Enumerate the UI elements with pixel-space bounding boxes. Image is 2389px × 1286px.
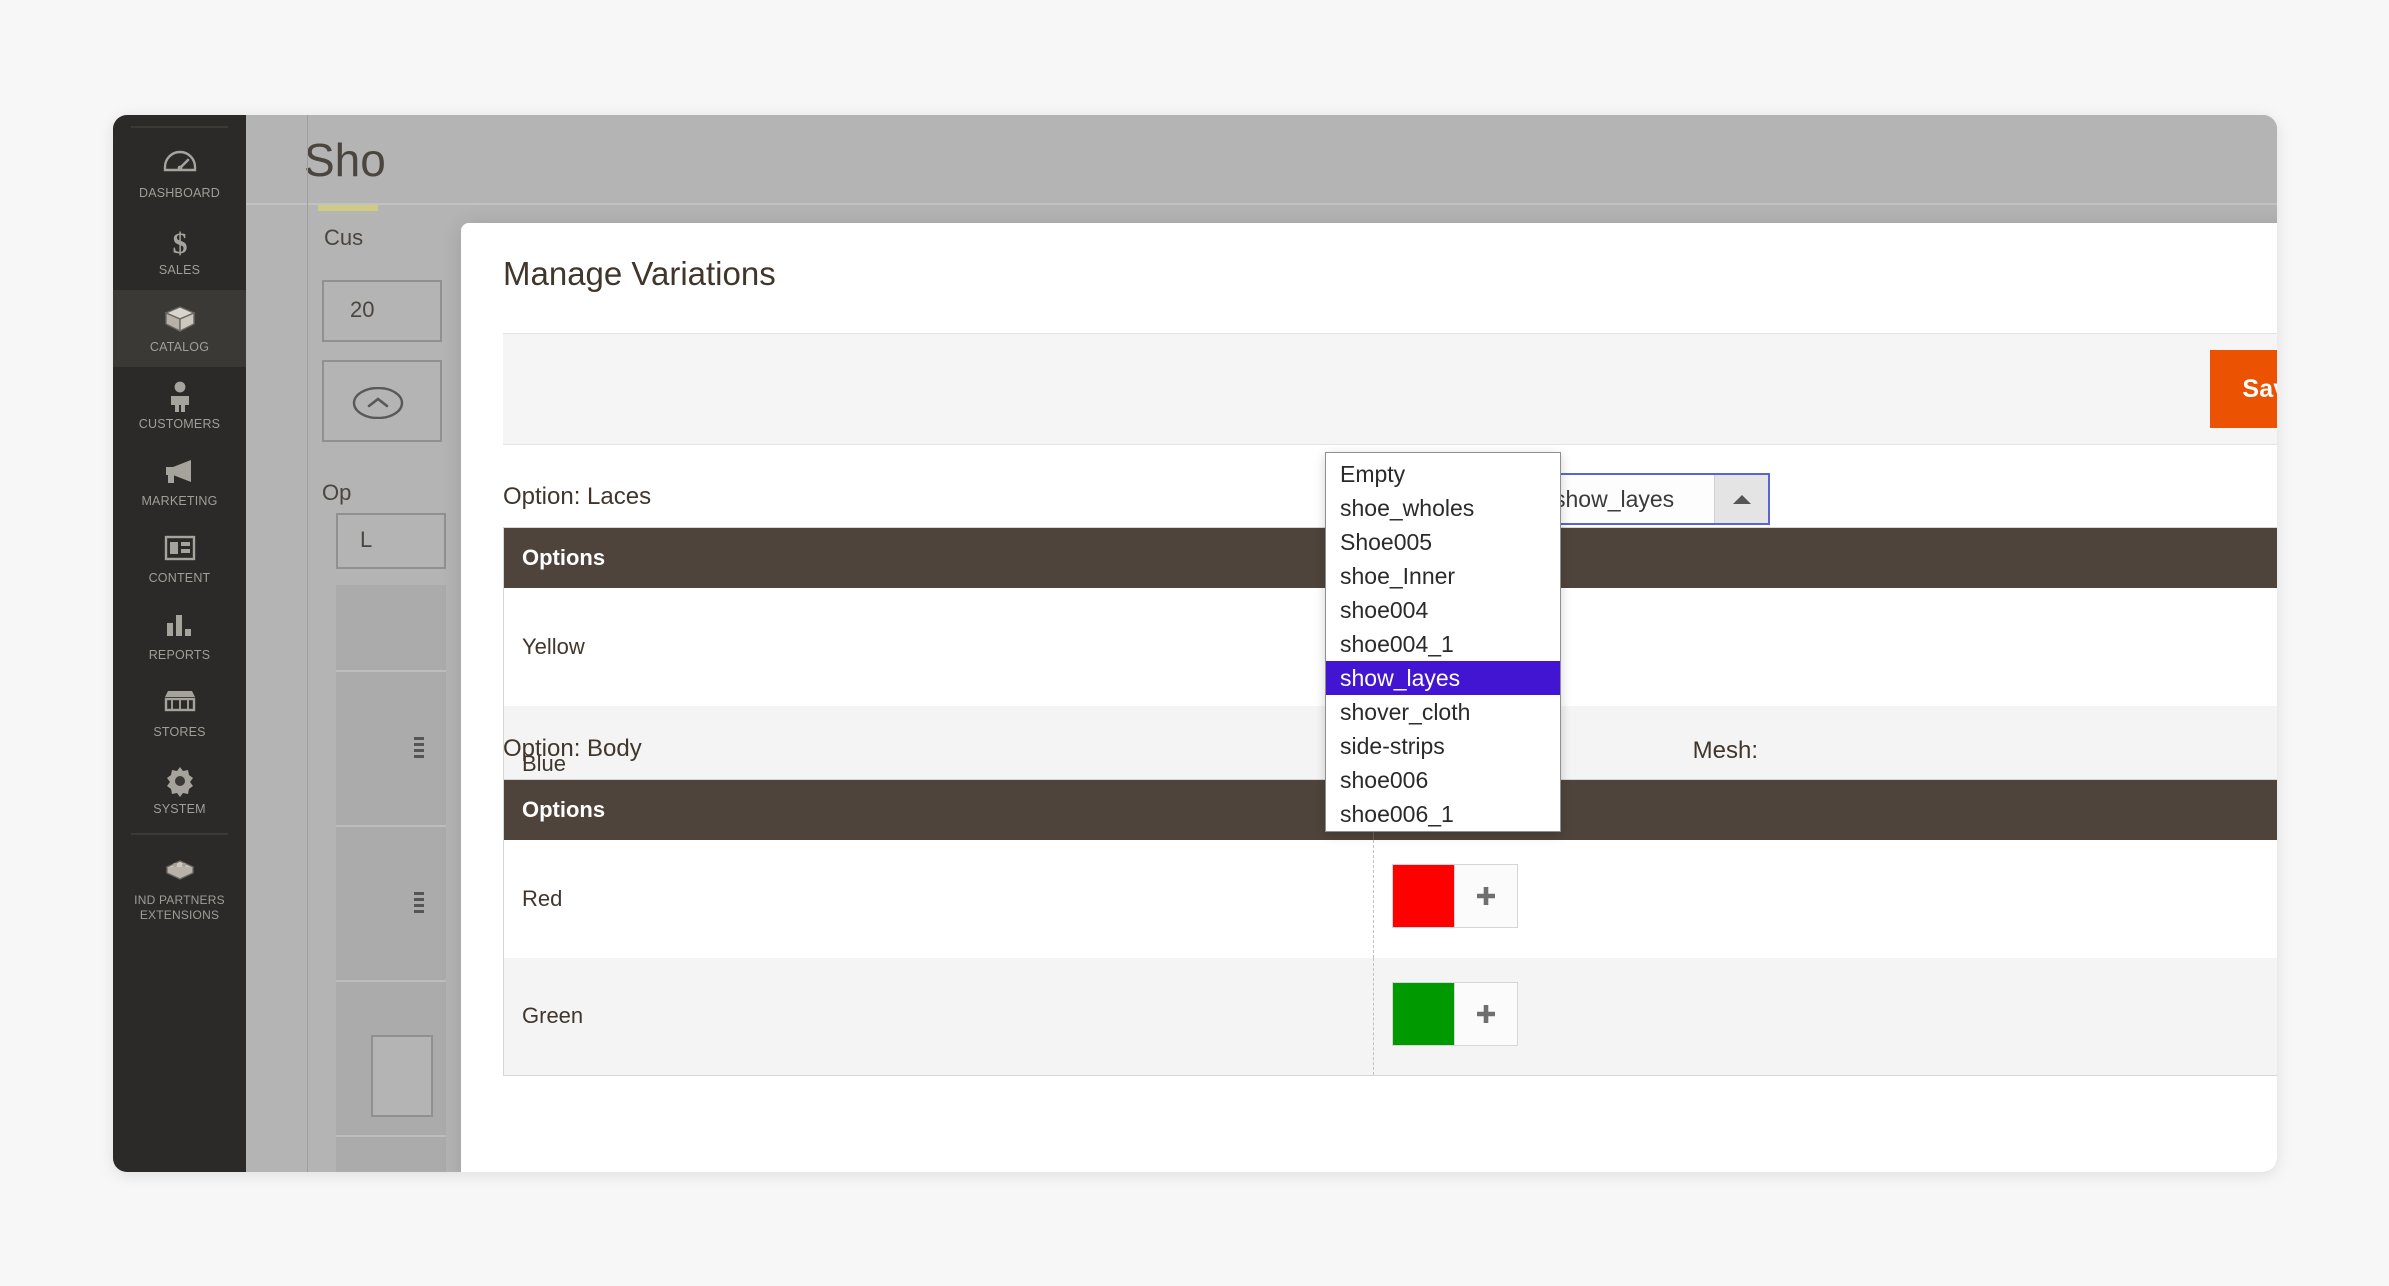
sidebar-item-content[interactable]: CONTENT (113, 521, 246, 598)
dropdown-option[interactable]: shoe006_1 (1326, 797, 1560, 831)
image-cell (1373, 839, 2277, 958)
admin-sidebar: DASHBOARD $ SALES CATALOG CUSTOMERS MARK… (113, 115, 246, 1172)
background-grid-line (336, 980, 446, 982)
background-grid-line (336, 670, 446, 672)
sidebar-item-dashboard[interactable]: DASHBOARD (113, 136, 246, 213)
background-page-title: Sho (304, 134, 386, 186)
storefront-icon (117, 688, 242, 720)
column-header-options: Options (503, 779, 1374, 840)
sidebar-top-divider (131, 126, 228, 128)
background-subfield (336, 513, 446, 569)
sidebar-item-sales[interactable]: $ SALES (113, 213, 246, 290)
dropdown-option[interactable]: shoe006 (1326, 763, 1560, 797)
dropdown-option[interactable]: Shoe005 (1326, 525, 1560, 559)
background-field-value: 20 (350, 297, 375, 322)
app-window: DASHBOARD $ SALES CATALOG CUSTOMERS MARK… (113, 115, 2277, 1172)
dropdown-option[interactable]: shoe_wholes (1326, 491, 1560, 525)
box-icon (117, 303, 242, 335)
option-name-cell: Green (503, 957, 1374, 1076)
modal-toolbar: Save (503, 333, 2277, 445)
color-swatch-green[interactable] (1393, 982, 1455, 1045)
modal-header: Manage Variations (461, 223, 2277, 333)
mesh-select-value: show_layes (1538, 475, 1714, 523)
dropdown-option[interactable]: show_layes (1326, 661, 1560, 695)
option-name-cell: Yellow (503, 587, 1374, 706)
sidebar-item-stores[interactable]: STORES (113, 675, 246, 752)
background-tab-label: Cus (324, 225, 364, 250)
sidebar-item-label: SYSTEM (153, 802, 206, 816)
sidebar-bottom-divider (131, 833, 228, 835)
background-field (322, 280, 442, 342)
table-row: Red (503, 839, 2277, 958)
mesh-dropdown-list[interactable]: Empty shoe_wholes Shoe005 shoe_Inner shoe004… (1325, 452, 1561, 832)
add-image-button[interactable] (1455, 982, 1517, 1045)
dropdown-option[interactable]: shoe_Inner (1326, 559, 1560, 593)
sidebar-item-catalog[interactable]: CATALOG (113, 290, 246, 367)
bar-chart-icon (117, 611, 242, 643)
background-section-label: Op (322, 480, 352, 505)
dropdown-option[interactable]: shover_cloth (1326, 695, 1560, 729)
brick-icon (117, 856, 242, 888)
option-name-cell: Red (503, 839, 1374, 958)
background-active-tab-marker (318, 205, 378, 211)
background-grid-line (336, 1135, 446, 1137)
sidebar-item-label: DASHBOARD (139, 186, 220, 200)
dropdown-option[interactable]: side-strips (1326, 729, 1560, 763)
gauge-icon (117, 149, 242, 181)
sidebar-item-label: MARKETING (141, 494, 218, 508)
dropdown-option[interactable]: shoe004 (1326, 593, 1560, 627)
sidebar-item-customers[interactable]: CUSTOMERS (113, 367, 246, 444)
sidebar-item-label: CUSTOMERS (138, 417, 221, 431)
drag-handle-icon[interactable] (414, 892, 424, 918)
table-row: Green (503, 957, 2277, 1076)
column-header-options: Options (503, 527, 1374, 588)
sidebar-item-reports[interactable]: REPORTS (113, 598, 246, 675)
sidebar-item-label: CATALOG (149, 340, 210, 354)
sidebar-item-label: STORES (153, 725, 206, 739)
megaphone-icon (117, 457, 242, 489)
layout-icon (117, 534, 242, 566)
chevron-up-icon (352, 386, 404, 424)
save-button[interactable]: Save (2210, 350, 2277, 428)
add-image-button[interactable] (1455, 865, 1517, 927)
dollar-icon: $ (117, 226, 242, 258)
background-grid-line (336, 825, 446, 827)
dropdown-option[interactable]: shoe004_1 (1326, 627, 1560, 661)
option-label: Option: Body (503, 735, 642, 762)
mesh-label: Mesh: (1692, 737, 1758, 764)
swatch-group (1392, 864, 1518, 928)
background-subfield-value: L (360, 527, 373, 552)
gear-icon (117, 765, 242, 797)
screen-canvas: DASHBOARD $ SALES CATALOG CUSTOMERS MARK… (0, 0, 2389, 1286)
swatch-group (1392, 981, 1518, 1046)
background-button (371, 1035, 433, 1117)
svg-text:$: $ (172, 227, 187, 258)
sidebar-item-label: SALES (158, 263, 201, 277)
sidebar-item-partners[interactable]: IND PARTNERS EXTENSIONS (113, 843, 246, 935)
chevron-up-icon[interactable] (1714, 475, 1768, 523)
person-icon (117, 380, 242, 412)
image-cell (1373, 957, 2277, 1076)
background-column-rule (307, 115, 308, 1172)
sidebar-item-marketing[interactable]: MARKETING (113, 444, 246, 521)
background-divider (246, 203, 2277, 205)
mesh-selector-wrap: Mesh: (1693, 723, 1770, 779)
color-swatch-red[interactable] (1393, 865, 1455, 927)
modal-title: Manage Variations (503, 255, 776, 292)
sidebar-item-label: CONTENT (148, 571, 211, 585)
drag-handle-icon[interactable] (414, 737, 424, 763)
sidebar-item-system[interactable]: SYSTEM (113, 752, 246, 829)
option-label: Option: Laces (503, 483, 652, 510)
sidebar-item-label-2: EXTENSIONS (139, 908, 220, 922)
mesh-select-laces[interactable]: show_layes (1536, 473, 1770, 525)
dropdown-option[interactable]: Empty (1326, 457, 1560, 491)
sidebar-item-label: IND PARTNERS (134, 893, 225, 907)
sidebar-item-label: REPORTS (148, 648, 211, 662)
